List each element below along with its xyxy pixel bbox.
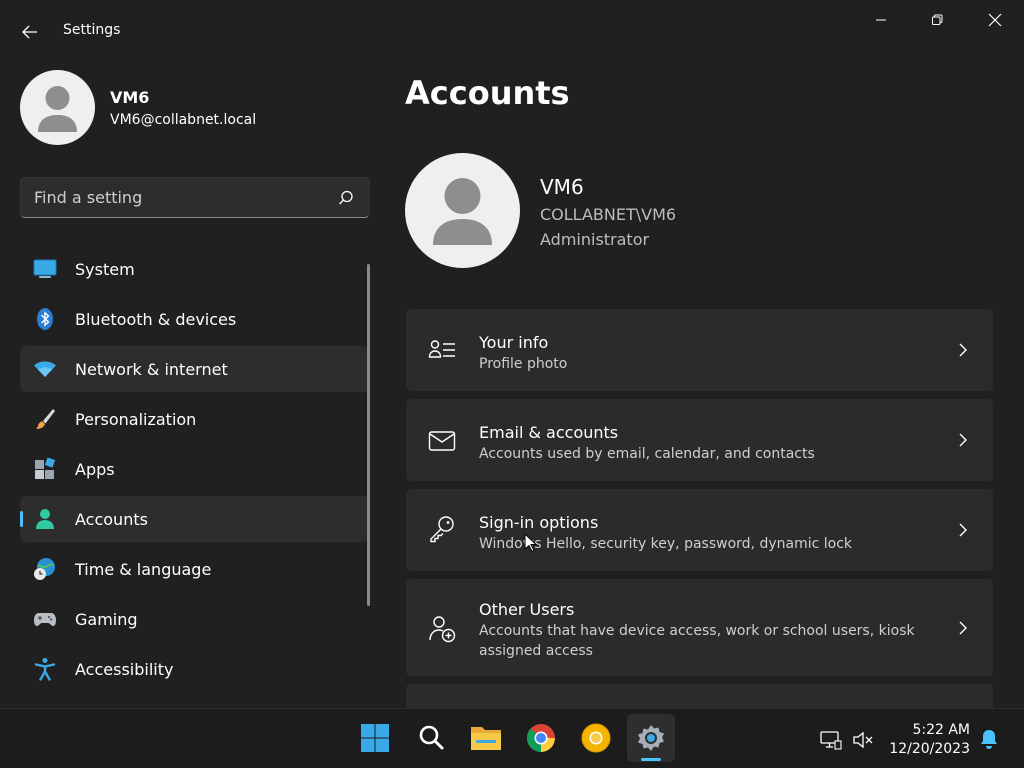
search-icon xyxy=(419,725,444,750)
wifi-icon xyxy=(34,361,56,377)
gamepad-icon xyxy=(34,613,56,626)
chrome-icon xyxy=(526,724,555,753)
search-icon[interactable] xyxy=(337,189,355,207)
mouse-cursor-icon xyxy=(524,533,538,553)
sidebar-user-email: VM6@collabnet.local xyxy=(110,112,257,128)
chevron-right-icon xyxy=(959,433,967,447)
restore-button[interactable] xyxy=(914,6,960,34)
sidebar-item-label: Apps xyxy=(75,459,115,479)
search-box xyxy=(20,177,370,218)
card-subtitle: Windows Hello, security key, password, d… xyxy=(479,536,853,552)
sidebar-item-bluetooth[interactable]: Bluetooth & devices xyxy=(20,296,368,342)
sidebar-item-network[interactable]: Network & internet xyxy=(20,346,368,392)
clock-date[interactable]: 12/20/2023 xyxy=(880,741,970,757)
account-name: VM6 xyxy=(540,175,584,199)
taskbar: 5:22 AM 12/20/2023 xyxy=(0,708,1024,768)
arrow-left-icon xyxy=(22,25,37,39)
card-subtitle: Accounts that have device access, work o… xyxy=(479,623,915,659)
avatar-icon xyxy=(38,86,77,132)
sidebar-item-label: Personalization xyxy=(75,409,197,429)
close-icon xyxy=(988,13,1002,27)
sidebar-item-label: Accounts xyxy=(75,509,148,529)
card-title: Other Users xyxy=(479,600,575,619)
sidebar-item-gaming[interactable]: Gaming xyxy=(20,596,368,642)
sidebar-nav: System Bluetooth & devices Network & int… xyxy=(20,246,368,706)
sidebar-item-label: System xyxy=(75,259,135,279)
card-title: Your info xyxy=(479,333,549,352)
minimize-button[interactable] xyxy=(858,6,904,34)
bluetooth-icon xyxy=(37,308,53,330)
chrome-button[interactable] xyxy=(517,714,565,762)
sidebar-scrollbar[interactable] xyxy=(367,264,370,606)
account-domain: COLLABNET\VM6 xyxy=(540,205,677,224)
file-explorer-button[interactable] xyxy=(462,714,510,762)
app-title: Settings xyxy=(63,22,121,38)
clock-time[interactable]: 5:22 AM xyxy=(880,722,970,738)
email-accounts-card[interactable]: Email & accounts Accounts used by email,… xyxy=(406,399,993,481)
sidebar-item-label: Network & internet xyxy=(75,359,228,379)
back-button[interactable] xyxy=(14,18,46,46)
system-icon xyxy=(33,259,57,278)
notification-bell-icon[interactable] xyxy=(978,728,1000,750)
mail-icon xyxy=(428,431,456,451)
network-icon[interactable] xyxy=(820,729,842,751)
sidebar-item-label: Bluetooth & devices xyxy=(75,309,237,329)
sidebar-avatar[interactable] xyxy=(20,70,95,145)
taskbar-search-button[interactable] xyxy=(407,714,455,762)
sidebar-user-name: VM6 xyxy=(110,88,150,107)
brush-icon xyxy=(36,409,55,429)
minimize-icon xyxy=(876,19,886,21)
file-explorer-icon xyxy=(471,727,501,750)
sidebar-item-label: Time & language xyxy=(75,559,212,579)
chrome-canary-icon xyxy=(581,723,611,753)
account-avatar[interactable] xyxy=(405,153,520,268)
card-title: Sign-in options xyxy=(479,513,599,532)
avatar-icon xyxy=(433,178,492,245)
sidebar-item-time-language[interactable]: Time & language xyxy=(20,546,368,592)
other-users-card[interactable]: Other Users Accounts that have device ac… xyxy=(406,579,993,676)
person-add-icon xyxy=(429,616,456,643)
sidebar-item-system[interactable]: System xyxy=(20,246,368,292)
sidebar-item-apps[interactable]: Apps xyxy=(20,446,368,492)
user-info-icon xyxy=(428,340,455,358)
chevron-right-icon xyxy=(959,343,967,357)
page-title: Accounts xyxy=(405,74,570,112)
card-subtitle: Profile photo xyxy=(479,356,568,372)
card-title: Email & accounts xyxy=(479,423,619,442)
sidebar-item-personalization[interactable]: Personalization xyxy=(20,396,368,442)
chevron-right-icon xyxy=(959,621,967,635)
title-bar: Settings xyxy=(0,0,1024,60)
close-button[interactable] xyxy=(972,6,1018,34)
card-subtitle: Accounts used by email, calendar, and co… xyxy=(479,446,815,462)
sidebar-item-accounts[interactable]: Accounts xyxy=(20,496,368,542)
chrome-canary-button[interactable] xyxy=(572,714,620,762)
start-button[interactable] xyxy=(351,714,399,762)
volume-muted-icon[interactable] xyxy=(852,729,874,751)
your-info-card[interactable]: Your info Profile photo xyxy=(406,309,993,391)
sidebar-item-label: Gaming xyxy=(75,609,138,629)
settings-icon xyxy=(638,725,664,751)
person-icon xyxy=(36,509,54,529)
start-icon xyxy=(361,724,389,752)
key-icon xyxy=(430,516,454,543)
settings-taskbar-button[interactable] xyxy=(627,714,675,762)
account-role: Administrator xyxy=(540,230,650,249)
restore-icon xyxy=(932,14,943,25)
next-card[interactable] xyxy=(406,684,993,708)
accessibility-icon xyxy=(34,658,56,681)
apps-icon xyxy=(35,457,56,479)
chevron-right-icon xyxy=(959,523,967,537)
sidebar-item-label: Accessibility xyxy=(75,659,174,679)
search-input[interactable] xyxy=(21,178,331,217)
sidebar-item-accessibility[interactable]: Accessibility xyxy=(20,646,368,692)
sign-in-options-card[interactable]: Sign-in options Windows Hello, security … xyxy=(406,489,993,571)
active-app-indicator xyxy=(641,758,661,761)
globe-clock-icon xyxy=(34,558,55,580)
